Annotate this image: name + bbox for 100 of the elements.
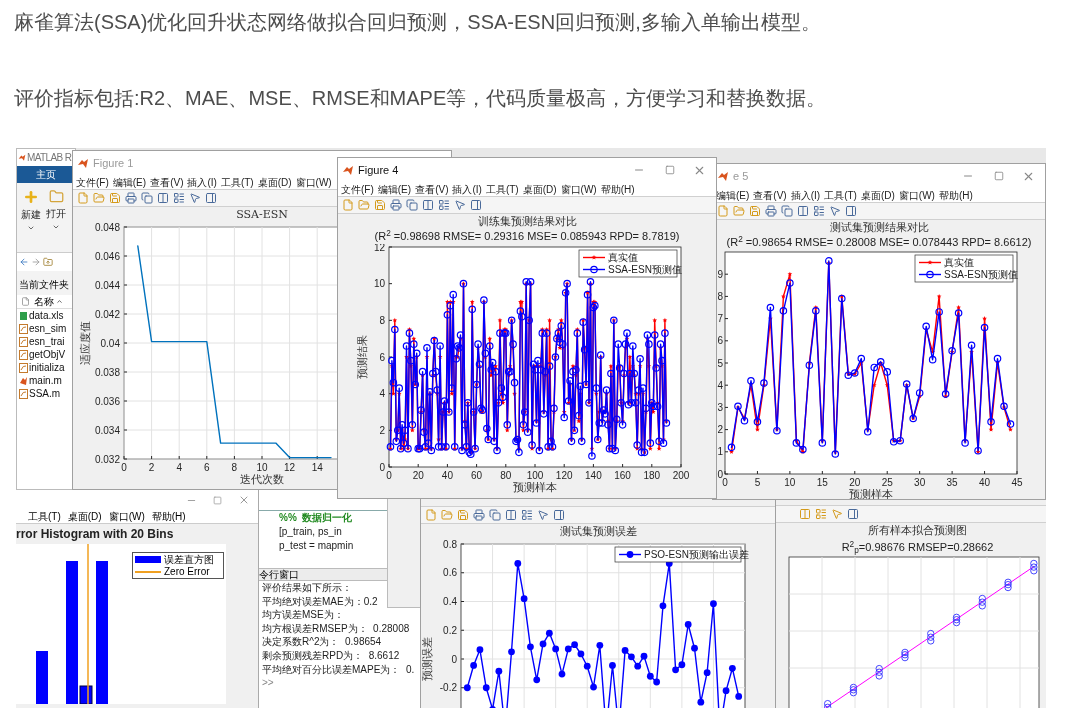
output-line: 平均绝对百分比误差MAPE为： 0.: [262, 662, 415, 677]
tick-label: 10: [256, 462, 268, 473]
tick-label: 6: [717, 335, 723, 347]
tick-label: 0.044: [94, 279, 120, 291]
chart-subtitle: R$^{2}$$_{p}$=0.98676 RMSEP=0.28662: [841, 539, 994, 555]
tick-label: 0.032: [94, 453, 120, 465]
output-line: 平均绝对误差MAE为：0.2: [262, 594, 378, 609]
legend-label: 真实值: [944, 257, 974, 268]
tick-label: 0: [379, 461, 385, 473]
tick-label: 40: [441, 470, 453, 481]
tick-label: 140: [585, 470, 602, 481]
tick-label: 0.048: [94, 222, 120, 233]
tick-label: 2: [148, 462, 155, 473]
axis-label: 适应度值: [79, 321, 91, 365]
chart-title: SSA-ESN: [236, 208, 288, 222]
chart-title: 训练集预测结果对比: [477, 215, 577, 229]
tick-label: 2: [379, 424, 385, 436]
tick-label: 35: [946, 477, 958, 488]
window-title: MATLAB R: [27, 151, 72, 165]
tick-label: 0.034: [94, 424, 120, 436]
window-title: Figure 4: [358, 162, 399, 178]
output-line: 均方误差MSE为：: [262, 608, 344, 622]
axis-label: 预测样本: [849, 488, 893, 499]
chart-subtitle: (R$^{2}$ =0.98654 RMSE= 0.28008 MSE= 0.078443 RPD= 8.6612): [726, 235, 1032, 250]
tick-label: 80: [500, 470, 512, 481]
tick-label: 40: [979, 477, 991, 488]
tick-label: 12: [284, 462, 296, 473]
output-line: 决定系数R^2为： 0.98654: [262, 635, 382, 649]
tick-label: 8: [379, 314, 385, 326]
tick-label: 20: [849, 477, 861, 488]
tick-label: 20: [412, 470, 424, 481]
tick-label: 5: [754, 477, 761, 488]
tick-label: 0.4: [443, 596, 457, 607]
chart-title: rror Histogram with 20 Bins: [16, 526, 175, 543]
window-title: e 5: [733, 168, 749, 184]
axis-label: 迭代次数: [240, 473, 284, 485]
chart-title: 测试集预测结果对比: [829, 221, 929, 235]
tick-label: 0: [451, 653, 457, 665]
tick-label: 14: [311, 462, 323, 473]
tick-label: 4: [176, 462, 182, 473]
paragraph: 麻雀算法(SSA)优化回升状态网络做拟合回归预测，SSA-ESN回归预测,多输入单输出模型。: [13, 10, 822, 35]
tick-label: 6: [379, 351, 385, 363]
tick-label: 0.2: [443, 624, 457, 636]
chart-title: 所有样本拟合预测图: [868, 523, 967, 539]
tick-label: 60: [471, 470, 483, 481]
legend-label: SSA-ESN预测值: [608, 264, 682, 275]
tick-label: 0.046: [94, 250, 120, 262]
tick-label: 10: [373, 278, 385, 290]
tick-label: 0.6: [443, 567, 457, 579]
legend-label: 真实值: [608, 252, 638, 263]
panel-title: 当前文件夹: [19, 279, 69, 290]
tick-label: 0: [386, 470, 392, 481]
paragraph: 评价指标包括:R2、MAE、MSE、RMSE和MAPE等，代码质量极高，方便学习和替换数据。: [13, 86, 828, 111]
tick-label: 5: [717, 357, 723, 369]
window-title: Figure 1: [93, 155, 134, 171]
tick-label: 0: [121, 462, 127, 473]
output-line: 均方根误差RMSEP为： 0.28008: [262, 621, 410, 636]
tick-label: 3: [717, 401, 723, 413]
tick-label: 30: [914, 477, 926, 488]
legend-label: SSA-ESN预测值: [944, 269, 1018, 280]
tick-label: 200: [672, 470, 690, 481]
chart-title: 测试集预测误差: [559, 525, 637, 539]
tick-label: 7: [717, 313, 723, 325]
tick-label: 180: [643, 470, 661, 481]
tick-label: 15: [816, 477, 828, 488]
tick-label: 0: [722, 477, 728, 488]
tick-label: 100: [526, 470, 544, 481]
tick-label: 45: [1011, 477, 1023, 488]
tick-label: 0.042: [94, 308, 120, 320]
axis-label: 预测结果: [356, 335, 368, 379]
code-line: p_test = mapmin: [279, 538, 354, 553]
legend-label: 误差直方图: [164, 553, 214, 566]
tick-label: 8: [231, 462, 238, 473]
tick-label: 0.04: [100, 337, 120, 349]
tick-label: 10: [784, 477, 796, 488]
tick-label: 120: [555, 470, 573, 481]
legend-label: PSO-ESN预测输出误差: [644, 549, 749, 560]
tick-label: 0.038: [94, 366, 120, 378]
tick-label: 6: [204, 462, 210, 473]
tick-label: 9: [717, 268, 723, 280]
legend-label: Zero Error: [164, 565, 210, 578]
tick-label: 160: [614, 470, 631, 481]
tick-label: 2: [717, 424, 723, 436]
tick-label: 1: [717, 446, 723, 458]
chart-subtitle: (R$^{2}$ =0.98698 RMSE= 0.29316 MSE= 0.085943 RPD= 8.7819): [374, 229, 680, 244]
tick-label: 0: [717, 468, 723, 480]
tick-label: 8: [717, 290, 723, 302]
code-line: [p_train, ps_in: [279, 524, 342, 539]
tick-label: 25: [881, 477, 893, 488]
output-line: 评价结果如下所示：: [262, 581, 352, 595]
axis-label: 预测误差: [421, 637, 433, 681]
tick-label: 0.036: [94, 395, 120, 407]
tick-label: -0.2: [439, 682, 457, 694]
code-comment: %% 数据归一化: [279, 511, 353, 525]
panel-title: 令行窗口: [259, 568, 299, 581]
output-line: 剩余预测残差RPD为： 8.6612: [262, 648, 400, 663]
tick-label: 0.8: [443, 539, 457, 550]
tick-label: 4: [379, 388, 385, 400]
tick-label: 4: [717, 379, 723, 391]
tick-label: 12: [373, 244, 385, 253]
